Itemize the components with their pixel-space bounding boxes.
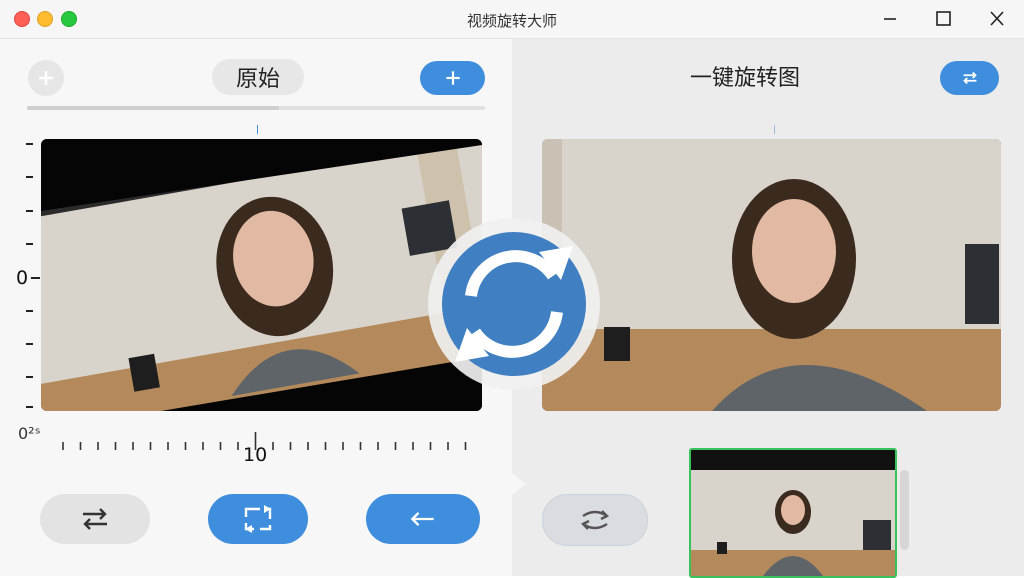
plus-icon xyxy=(445,71,460,85)
swap-arrows-icon xyxy=(83,508,107,530)
arrow-left-icon xyxy=(410,511,434,527)
ruler-mid-label: 10 xyxy=(243,444,268,466)
rotate-mode-button[interactable] xyxy=(940,61,999,95)
flip-button[interactable] xyxy=(208,494,308,544)
swap-button[interactable] xyxy=(40,494,150,544)
ruler-zero-label: 0 xyxy=(16,267,29,289)
minimize-button[interactable] xyxy=(876,6,904,32)
mode-label: 原始 xyxy=(235,67,280,92)
window-title: 视频旋转大师 xyxy=(466,12,557,30)
rotate-arrows-icon[interactable] xyxy=(421,216,607,392)
close-button[interactable] xyxy=(983,6,1011,32)
original-video-preview[interactable] xyxy=(41,139,482,411)
minimize-icon xyxy=(884,18,896,20)
playhead-marker-left xyxy=(257,125,258,134)
app-window: 视频旋转大师 原始 0 0²ˢ 10 一键旋转图 xyxy=(0,0,1024,578)
rotated-video-preview[interactable] xyxy=(542,139,1001,411)
thumbnail-scrollbar[interactable] xyxy=(900,470,909,550)
original-video-frame xyxy=(41,139,482,411)
close-icon xyxy=(990,11,1004,26)
back-button[interactable] xyxy=(366,494,480,544)
add-ghost-button[interactable] xyxy=(28,60,64,96)
flip-frame-icon xyxy=(244,505,272,533)
thumbnail-frame xyxy=(691,450,895,576)
rotated-video-frame xyxy=(542,139,1001,411)
title-bar: 视频旋转大师 xyxy=(0,0,1024,39)
timeline-progress-fill xyxy=(27,106,279,110)
rotated-panel-title: 一键旋转图 xyxy=(690,66,801,91)
maximize-icon xyxy=(936,11,951,26)
mode-label-pill[interactable]: 原始 xyxy=(212,59,304,95)
playhead-marker-right xyxy=(774,125,775,134)
plus-icon xyxy=(39,71,53,85)
maximize-button[interactable] xyxy=(930,6,958,32)
add-button[interactable] xyxy=(420,61,485,95)
video-thumbnail[interactable] xyxy=(689,448,897,578)
timeline-progress[interactable] xyxy=(27,106,485,110)
swap-secondary-button[interactable] xyxy=(542,494,648,546)
panel-connector xyxy=(510,472,526,496)
swap-arrows-icon xyxy=(580,510,610,530)
swap-arrows-icon xyxy=(962,71,977,85)
ruler-start-label: 0²ˢ xyxy=(18,424,41,443)
